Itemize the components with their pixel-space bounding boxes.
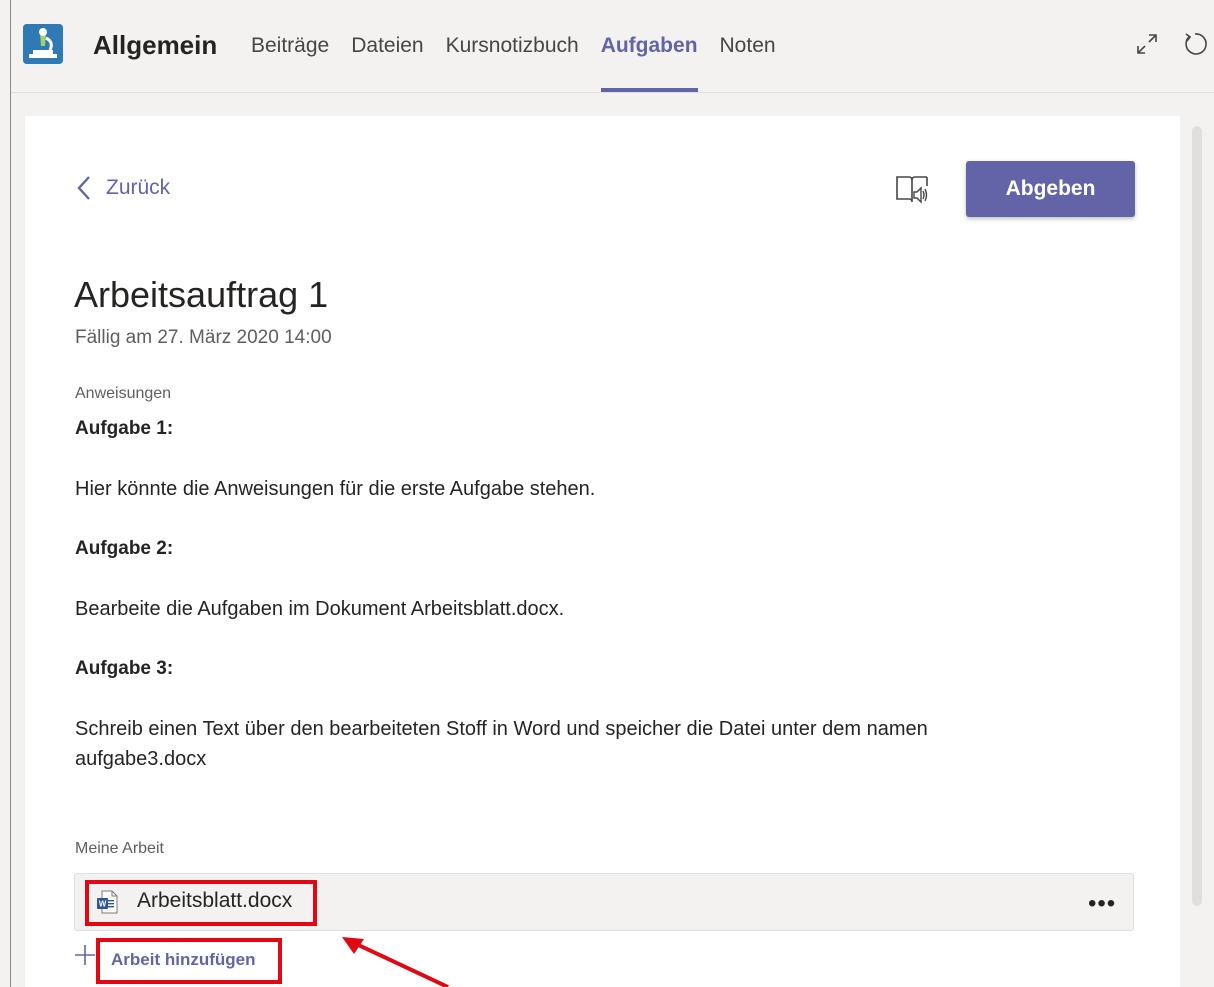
submit-button[interactable]: Abgeben [966,161,1135,217]
microscope-app-icon [23,24,63,64]
tab-beitraege[interactable]: Beiträge [251,34,329,92]
file-name[interactable]: Arbeitsblatt.docx [137,889,292,913]
task3-heading: Aufgabe 3: [75,658,174,679]
tab-dateien[interactable]: Dateien [351,34,423,92]
back-label: Zurück [106,176,171,199]
instructions-label: Anweisungen [75,385,172,402]
task2-text: Bearbeite die Aufgaben im Dokument Arbei… [75,598,565,620]
task2-heading: Aufgabe 2: [75,538,174,559]
tab-kursnotizbuch[interactable]: Kursnotizbuch [446,34,579,92]
annotation-arrow [342,937,449,987]
channel-header: Allgemein Beiträge Dateien Kursnotizbuch… [11,0,1214,93]
scrollbar-thumb[interactable] [1192,126,1202,906]
tab-aufgaben[interactable]: Aufgaben [600,34,698,92]
word-file-icon: W [97,890,118,914]
window-border [10,0,11,987]
task1-heading: Aufgabe 1: [75,418,174,439]
expand-icon[interactable] [1133,30,1161,58]
refresh-icon[interactable] [1181,30,1209,58]
task1-text: Hier könnte die Anweisungen für die erst… [75,478,596,500]
my-work-label: Meine Arbeit [75,840,164,857]
due-date: Fällig am 27. März 2020 14:00 [75,327,332,348]
tab-bar: Beiträge Dateien Kursnotizbuch Aufgaben … [251,34,798,92]
add-work-button[interactable]: Arbeit hinzufügen [111,950,255,970]
tab-noten[interactable]: Noten [720,34,776,92]
plus-icon[interactable] [73,943,97,967]
back-link[interactable]: Zurück [76,175,170,201]
immersive-reader-icon[interactable] [894,172,930,208]
svg-text:W: W [99,900,107,909]
task3-text: Schreib einen Text über den bearbeiteten… [75,718,928,770]
more-options-button[interactable]: ••• [1088,890,1116,918]
assignment-title: Arbeitsauftrag 1 [74,274,329,315]
chevron-left-icon [77,176,90,200]
channel-name: Allgemein [93,30,218,60]
